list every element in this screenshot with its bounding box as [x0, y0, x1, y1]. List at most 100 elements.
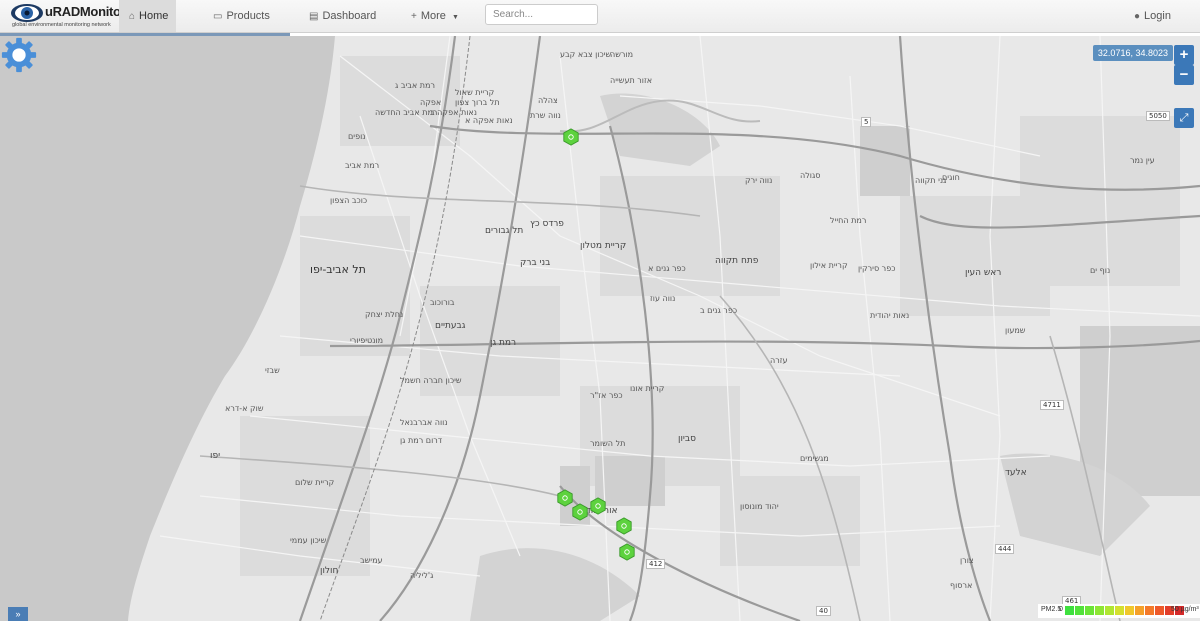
place-label: תל השומר — [590, 439, 626, 448]
place-label: שבזי — [265, 366, 280, 375]
place-label: כפר גנים ב — [700, 306, 738, 315]
place-label: אפקה — [420, 98, 442, 107]
legend-swatch — [1085, 606, 1095, 615]
place-label: עזרה — [770, 356, 788, 365]
place-label: מורשה — [610, 50, 634, 59]
road-number: 412 — [646, 559, 666, 569]
eye-logo-icon — [11, 4, 43, 22]
place-label: גבעתיים — [435, 321, 466, 331]
place-label: צהלה — [538, 96, 558, 105]
road-number: 4711 — [1040, 400, 1064, 410]
place-label: עין נמר — [1130, 156, 1155, 165]
place-label: נווה ירק — [745, 176, 773, 185]
zoom-in-button[interactable]: + — [1174, 45, 1194, 65]
brand-title: uRADMonitor — [45, 4, 126, 19]
place-label: סגולה — [800, 171, 821, 180]
place-label: דרום רמת גן — [400, 436, 443, 445]
settings-gear-icon[interactable] — [0, 36, 38, 74]
place-label: ארסוף — [950, 581, 973, 590]
place-label: פתח תקווה — [715, 256, 759, 266]
nav-login-label: Login — [1144, 10, 1171, 22]
legend-swatch — [1105, 606, 1115, 615]
nav-dashboard[interactable]: ▤ Dashboard — [299, 0, 386, 32]
zoom-out-button[interactable]: − — [1174, 65, 1194, 85]
road-number: 5050 — [1146, 111, 1170, 121]
legend-min: 0 — [1059, 606, 1063, 613]
nav-products[interactable]: ▭ Products — [203, 0, 280, 32]
place-label: אלעד — [1005, 468, 1027, 478]
place-label: שוק א-דרא — [225, 404, 264, 413]
map-canvas[interactable]: שיכון צבא קבע אזור תעשייה מורשה צהלה נווה שר… — [0, 36, 1200, 621]
nav-more-label: More — [420, 10, 446, 22]
sensor-marker[interactable] — [571, 503, 589, 521]
place-label: רמת אביב ג — [395, 81, 435, 90]
place-label: נוף ים — [1090, 266, 1111, 275]
nav-dashboard-label: Dashboard — [322, 10, 377, 22]
place-label: נופים — [348, 132, 366, 141]
top-navbar: uRADMonitor global environmental monitor… — [0, 0, 1200, 33]
place-label: מגשימים — [800, 454, 829, 463]
sensor-marker[interactable] — [589, 497, 607, 515]
search-input[interactable] — [485, 4, 598, 25]
sensor-marker[interactable] — [615, 517, 633, 535]
place-label: כפר סירקין — [858, 264, 896, 273]
place-label: בני ברק — [520, 258, 551, 268]
place-label: ג'ליליה — [410, 571, 434, 580]
place-label: אזור תעשייה — [610, 76, 653, 85]
place-label: נווה אברבנאל — [400, 418, 448, 427]
legend-swatch — [1115, 606, 1125, 615]
place-label: נווה עוז — [650, 294, 676, 303]
place-label: כוכב הצפון — [330, 196, 368, 205]
place-label: כפר גנים א — [648, 264, 686, 273]
nav-login[interactable]: ● Login — [1124, 0, 1181, 32]
place-label: קריית שלום — [295, 478, 335, 487]
road-number: 5 — [861, 117, 872, 127]
place-label: חוגים — [942, 173, 960, 182]
brand-logo[interactable]: uRADMonitor global environmental monitor… — [10, 2, 126, 32]
plus-icon: + — [411, 11, 417, 22]
dashboard-icon: ▤ — [309, 11, 319, 22]
sensor-marker[interactable] — [618, 543, 636, 561]
place-label: נאות אפקה א — [465, 116, 513, 125]
pm25-legend: PM2.5 0 50 µg/m³ — [1038, 604, 1200, 618]
panel-toggle-button[interactable]: » — [8, 607, 28, 621]
place-label: שיכון עממי — [290, 536, 327, 545]
legend-swatch — [1135, 606, 1145, 615]
place-label: שיכון צבא קבע — [560, 50, 612, 59]
caret-down-icon: ▼ — [451, 14, 459, 21]
nav-more-dropdown[interactable]: + More ▼ — [401, 0, 469, 32]
place-label: רמת אביב — [345, 161, 380, 170]
place-label: רמת אביב החדשה — [375, 108, 438, 117]
place-label: נווה שרת — [530, 111, 561, 120]
place-label: צורן — [960, 556, 974, 565]
expand-icon[interactable]: ⤢ — [1174, 108, 1194, 128]
nav-home-label: Home — [139, 10, 169, 22]
place-label: בורוכוב — [430, 298, 455, 307]
place-label: תל אביב-יפו — [310, 263, 366, 276]
nav-home[interactable]: ⌂ Home — [119, 0, 176, 32]
legend-swatch — [1145, 606, 1155, 615]
place-label: קריית מטלון — [580, 241, 627, 251]
place-label: כפר אז"ר — [590, 391, 623, 400]
place-label: רמת גן — [490, 338, 517, 348]
user-icon: ● — [1134, 11, 1141, 22]
sensor-marker[interactable] — [562, 128, 580, 146]
place-label: עמישב — [360, 556, 383, 565]
place-label: פרדס כץ — [530, 219, 564, 229]
road-number: 444 — [995, 544, 1015, 554]
legend-max: 50 µg/m³ — [1171, 606, 1199, 613]
legend-swatch — [1095, 606, 1105, 615]
place-label: מונטיפיורי — [350, 336, 384, 345]
home-icon: ⌂ — [129, 11, 136, 22]
place-label: תל ברוך צפון — [455, 98, 500, 107]
place-label: נחלת יצחק — [365, 310, 404, 319]
place-label: סביון — [678, 434, 696, 444]
products-icon: ▭ — [213, 11, 223, 22]
legend-swatch — [1125, 606, 1135, 615]
place-label: קריית אונו — [630, 384, 665, 393]
road-number: 40 — [816, 606, 831, 616]
place-label: שמעון — [1005, 326, 1026, 335]
place-label: יהוד מונוסון — [740, 502, 779, 511]
nav-products-label: Products — [226, 10, 270, 22]
place-label: שיכון חברה חשמל — [400, 376, 462, 385]
